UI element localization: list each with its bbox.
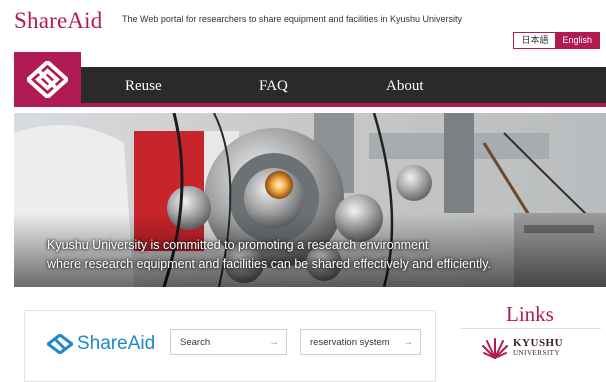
reservation-system-button[interactable]: reservation system → (300, 329, 421, 355)
search-button[interactable]: Search → (170, 329, 287, 355)
links-divider (461, 328, 601, 329)
kyushu-university-emblem-icon (482, 338, 508, 359)
shareaid-search-card: ShareAid Search → reservation system → (24, 310, 436, 382)
nav-faq[interactable]: FAQ (259, 78, 288, 95)
language-english-button[interactable]: English (555, 33, 599, 48)
kyushu-sub: UNIVERSITY (513, 348, 560, 357)
kyushu-university-link[interactable]: KYUSHU UNIVERSITY (482, 336, 563, 360)
reservation-system-label: reservation system (310, 337, 390, 348)
hero-caption-line-2: where research equipment and facilities … (47, 257, 492, 271)
links-heading: Links (506, 302, 554, 326)
search-label: Search (180, 337, 211, 348)
home-logo-link[interactable] (14, 52, 81, 107)
shareaid-diamond-icon (27, 61, 68, 98)
shareaid-card-logo[interactable]: ShareAid (47, 333, 155, 355)
language-switcher: 日本語 English (513, 32, 600, 49)
nav-reuse[interactable]: Reuse (125, 78, 162, 95)
site-tagline: The Web portal for researchers to share … (122, 14, 462, 24)
language-japanese-button[interactable]: 日本語 (514, 33, 556, 48)
hero-caption: Kyushu University is committed to promot… (47, 236, 491, 274)
hero-banner: Kyushu University is committed to promot… (14, 113, 606, 287)
site-title[interactable]: ShareAid (14, 8, 102, 34)
shareaid-card-logo-text: ShareAid (77, 333, 156, 354)
main-navbar (14, 67, 606, 107)
shareaid-logo-icon (47, 334, 73, 354)
nav-about[interactable]: About (386, 78, 424, 95)
arrow-right-icon: → (269, 337, 279, 348)
kyushu-name: KYUSHU (513, 336, 564, 349)
hero-caption-line-1: Kyushu University is committed to promot… (47, 238, 429, 252)
arrow-right-icon: → (403, 337, 413, 348)
kyushu-university-wordmark: KYUSHU UNIVERSITY (513, 336, 564, 358)
